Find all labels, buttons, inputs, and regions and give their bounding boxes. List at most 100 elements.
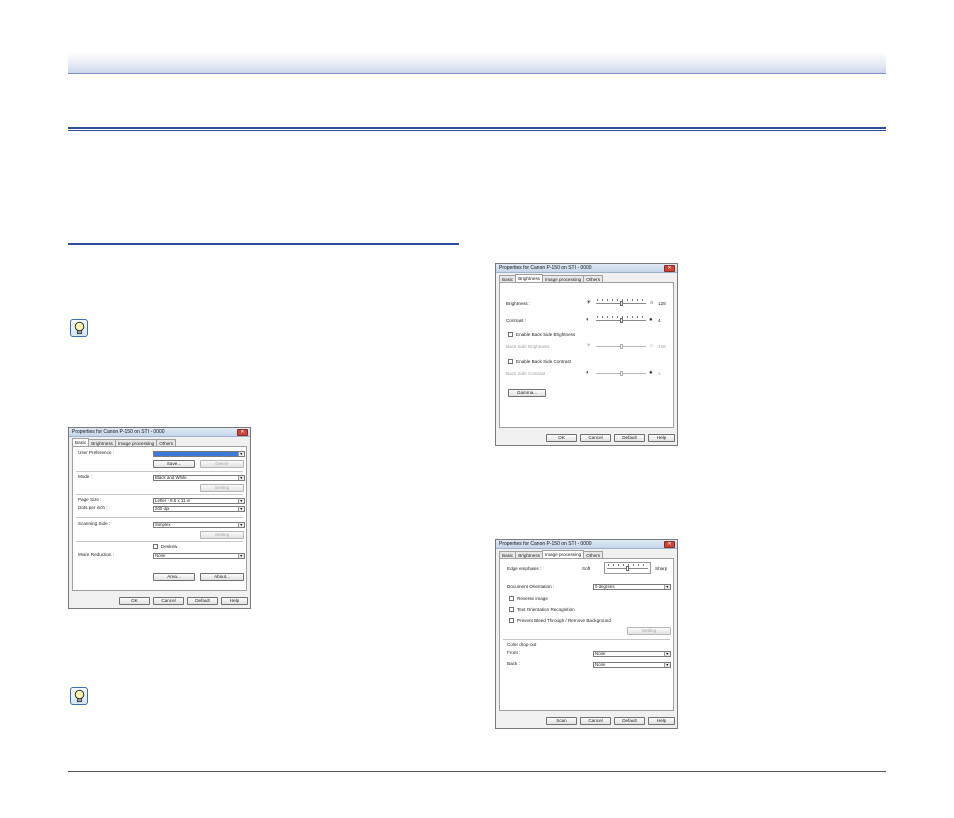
- scan-button[interactable]: Scan: [546, 717, 577, 725]
- back-brightness-label: Back Side Brightness :: [506, 344, 553, 349]
- ok-button[interactable]: OK: [119, 597, 150, 605]
- enable-back-contrast-label: Enable Back Side Contrast: [516, 359, 571, 364]
- back-dropout-value: None: [595, 662, 606, 667]
- brightness-value: 128: [658, 301, 666, 306]
- default-button[interactable]: Default: [614, 717, 645, 725]
- dialog-title: Properties for Canon P-150 on STI - 0000: [72, 429, 165, 435]
- header-band: [68, 52, 886, 74]
- back-dropout-select[interactable]: None ▼: [593, 662, 671, 668]
- back-brightness-value: 128: [658, 344, 666, 349]
- front-label: Front :: [507, 650, 521, 655]
- section-rule: [68, 243, 459, 245]
- back-contrast-slider[interactable]: [596, 369, 646, 377]
- back-label: Back :: [507, 661, 520, 666]
- default-button[interactable]: Default: [614, 434, 645, 442]
- slider-thumb[interactable]: [620, 344, 623, 349]
- help-button[interactable]: Help: [648, 717, 675, 725]
- close-icon[interactable]: ✕: [664, 541, 675, 548]
- properties-dialog-image-processing: Properties for Canon P-150 on STI - 0000…: [495, 539, 678, 729]
- reverse-image-checkbox[interactable]: [509, 596, 514, 601]
- ok-button[interactable]: OK: [546, 434, 577, 442]
- deskew-checkbox[interactable]: [153, 544, 158, 549]
- edge-emphasis-slider[interactable]: [607, 564, 648, 572]
- title-rule: [68, 127, 886, 131]
- save-button[interactable]: Save...: [153, 460, 195, 468]
- back-contrast-value: 1: [658, 371, 661, 376]
- brightness-slider[interactable]: [596, 299, 646, 307]
- help-button[interactable]: Help: [648, 434, 675, 442]
- front-dropout-select[interactable]: None ▼: [593, 651, 671, 657]
- divider: [503, 639, 670, 640]
- slider-thumb[interactable]: [620, 318, 623, 323]
- slider-thumb[interactable]: [620, 301, 623, 306]
- brightness-label: Brightness :: [506, 301, 531, 306]
- default-button[interactable]: Default: [187, 597, 218, 605]
- enable-back-brightness-label: Enable Back Side Brightness: [516, 332, 576, 337]
- text-orientation-checkbox[interactable]: [509, 607, 514, 612]
- scanning-side-value: Simplex: [155, 522, 171, 527]
- area-button[interactable]: Area...: [153, 573, 195, 581]
- brightness-high-icon: ☼: [649, 300, 655, 306]
- dpi-select[interactable]: 200 dpi ▼: [153, 506, 245, 512]
- scanning-side-setting-button[interactable]: Setting: [200, 531, 244, 539]
- reverse-image-label: Reverse image: [517, 596, 548, 601]
- brightness-low-icon: ☀: [586, 300, 592, 306]
- mode-setting-button[interactable]: Setting: [200, 484, 244, 492]
- help-button[interactable]: Help: [221, 597, 248, 605]
- dialog-titlebar: Properties for Canon P-150 on STI - 0000: [69, 428, 250, 437]
- front-dropout-value: None: [595, 651, 606, 656]
- text-orientation-label: Text Orientation Recognition: [517, 607, 575, 612]
- divider: [76, 517, 243, 518]
- enable-back-brightness-checkbox[interactable]: [508, 332, 513, 337]
- edge-sharp-label: Sharp: [655, 566, 668, 571]
- hint-icon: [70, 319, 88, 337]
- back-brightness-slider[interactable]: [596, 342, 646, 350]
- page-size-value: Letter - 8.5 x 11 in: [155, 498, 191, 503]
- user-preference-select[interactable]: ▼: [153, 451, 245, 457]
- mode-select[interactable]: Black and White ▼: [153, 475, 245, 481]
- dialog-titlebar: Properties for Canon P-150 on STI - 0000: [496, 264, 677, 273]
- orientation-label: Document Orientation :: [507, 584, 555, 589]
- enable-back-contrast-checkbox[interactable]: [508, 359, 513, 364]
- gamma-button[interactable]: Gamma...: [508, 389, 546, 397]
- footer-rule: [68, 771, 886, 772]
- orientation-select[interactable]: 0 degrees ▼: [593, 584, 671, 590]
- contrast-high-icon: ●: [649, 370, 653, 376]
- divider: [76, 471, 243, 472]
- dialog-title: Properties for Canon P-150 on STI - 0000: [499, 541, 592, 547]
- close-icon[interactable]: ✕: [664, 265, 675, 272]
- deskew-label: Deskew: [161, 544, 178, 549]
- dpi-label: Dots per inch :: [78, 505, 108, 510]
- page-size-select[interactable]: Letter - 8.5 x 11 in ▼: [153, 498, 245, 504]
- about-button[interactable]: About...: [200, 573, 244, 581]
- prevent-bleed-setting-button[interactable]: Setting: [627, 627, 671, 635]
- moire-value: None: [155, 553, 166, 558]
- scanning-side-select[interactable]: Simplex ▼: [153, 522, 245, 528]
- delete-button[interactable]: Delete: [200, 460, 244, 468]
- slider-thumb[interactable]: [626, 566, 629, 571]
- contrast-slider[interactable]: [596, 316, 646, 324]
- back-contrast-label: Back Side Contrast :: [506, 371, 548, 376]
- dialog-title: Properties for Canon P-150 on STI - 0000: [499, 265, 592, 271]
- scanning-side-label: Scanning Side :: [78, 521, 111, 526]
- divider: [76, 541, 243, 542]
- moire-select[interactable]: None ▼: [153, 553, 245, 559]
- page-size-label: Page Size :: [78, 497, 102, 502]
- user-preference-label: User Preference :: [78, 450, 114, 455]
- slider-thumb[interactable]: [620, 371, 623, 376]
- cancel-button[interactable]: Cancel: [153, 597, 184, 605]
- prevent-bleed-label: Prevent Bleed Through / Remove Backgroun…: [517, 618, 611, 623]
- cancel-button[interactable]: Cancel: [580, 434, 611, 442]
- properties-dialog-basic: Properties for Canon P-150 on STI - 0000…: [68, 427, 251, 609]
- close-icon[interactable]: ✕: [237, 429, 248, 436]
- edge-emphasis-label: Edge emphasis :: [507, 566, 542, 571]
- tab-panel: Brightness : ☀ ☼ 128 Contrast : ◐ ● 4 En…: [499, 282, 674, 428]
- header-line: [68, 73, 886, 74]
- color-dropout-label: Color drop-out: [507, 642, 537, 647]
- orientation-value: 0 degrees: [595, 584, 615, 589]
- prevent-bleed-checkbox[interactable]: [509, 618, 514, 623]
- hint-icon: [70, 687, 88, 705]
- dialog-titlebar: Properties for Canon P-150 on STI - 0000: [496, 540, 677, 549]
- cancel-button[interactable]: Cancel: [580, 717, 611, 725]
- contrast-value: 4: [658, 318, 661, 323]
